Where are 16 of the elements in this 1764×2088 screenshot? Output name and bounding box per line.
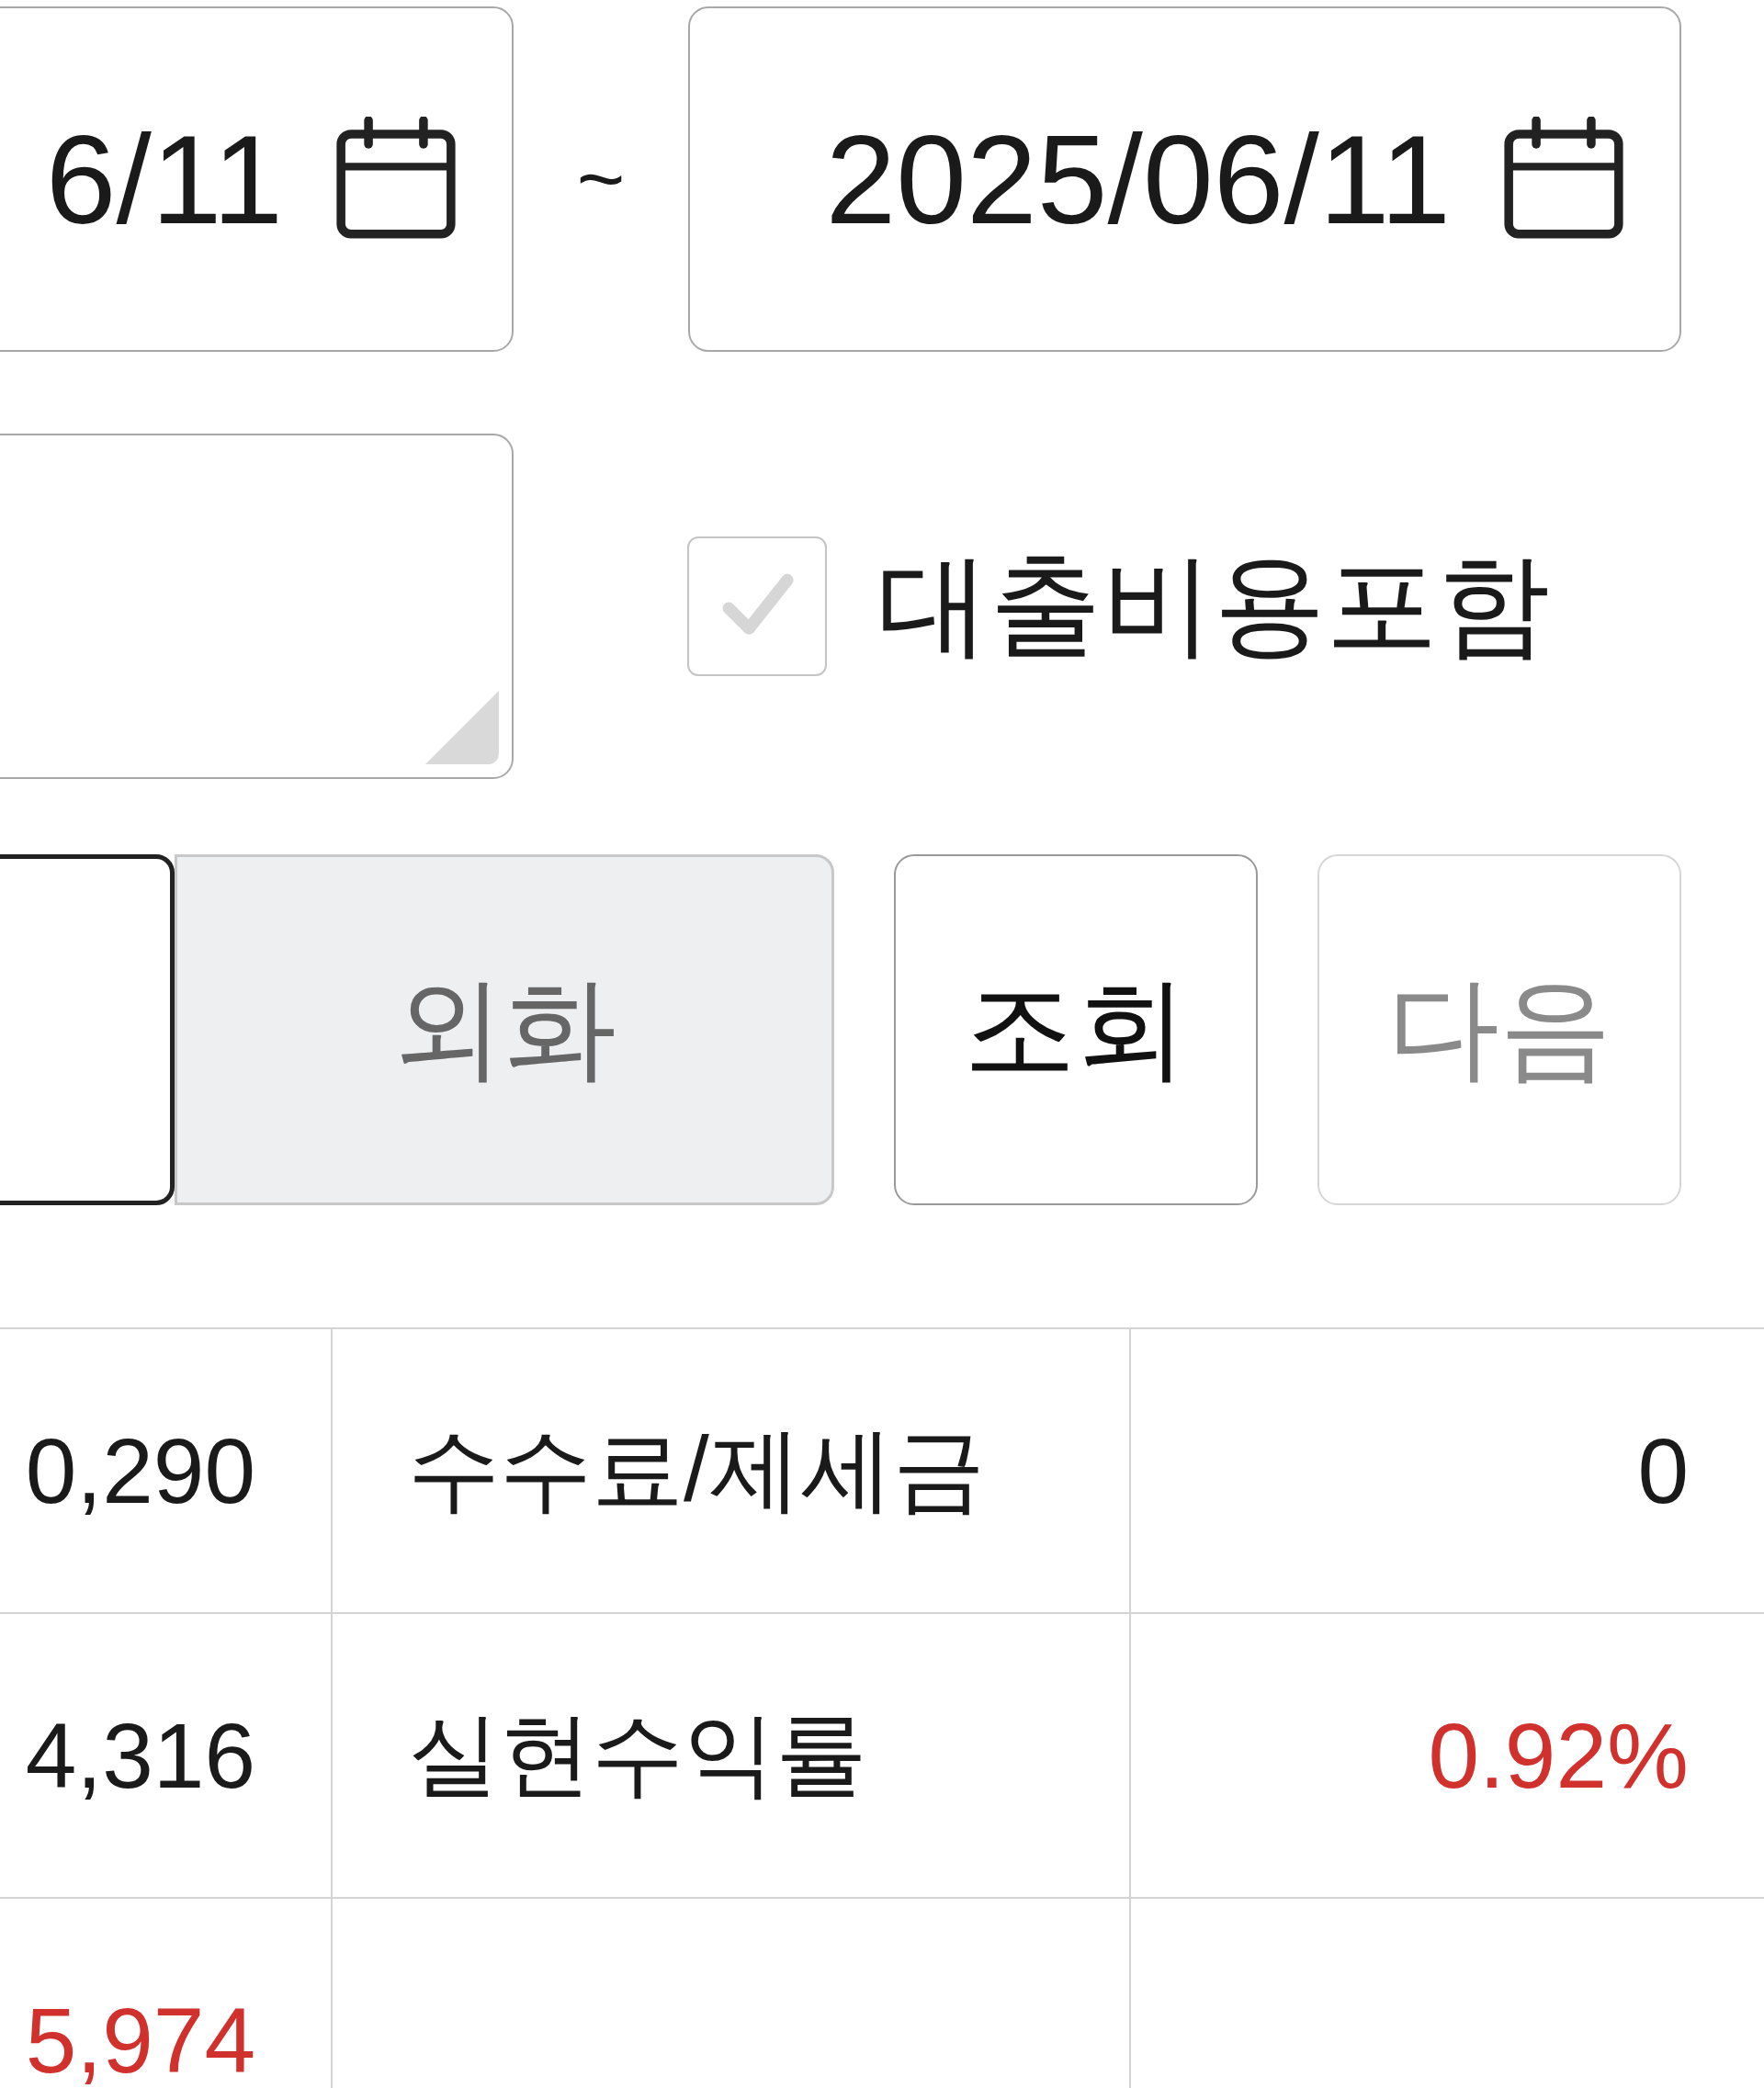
- table-cell: 0: [1131, 1329, 1764, 1614]
- date-field[interactable]: 2025/06/11: [688, 6, 1681, 352]
- table-cell: 수수료/제세금: [333, 1329, 1131, 1614]
- table-cell: 0.92%: [1131, 1614, 1764, 1899]
- calendar-icon[interactable]: [1501, 117, 1626, 242]
- table-cell: 실현수익률: [333, 1614, 1131, 1899]
- table-cell: 4,316: [0, 1614, 333, 1899]
- table-cell: 5,974: [0, 1899, 333, 2088]
- table-cell: 0,290: [0, 1329, 333, 1614]
- range-separator: ~: [575, 131, 627, 227]
- currency-tab[interactable]: 외화: [175, 854, 834, 1205]
- action-button[interactable]: 조회: [894, 854, 1258, 1205]
- checkbox-label: 대출비용포함: [877, 541, 1550, 669]
- resize-handle[interactable]: [425, 691, 499, 764]
- calendar-icon[interactable]: [334, 117, 458, 242]
- date-field[interactable]: 6/11: [0, 6, 514, 352]
